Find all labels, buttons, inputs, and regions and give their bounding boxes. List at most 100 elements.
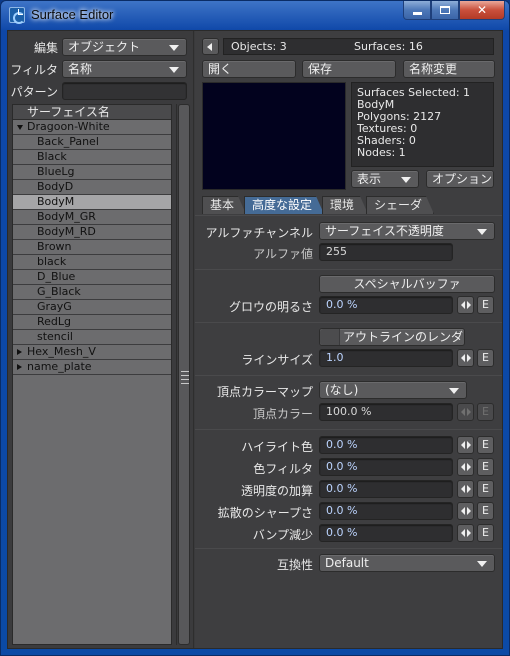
surface-list-item[interactable]: BodyM_GR	[13, 210, 171, 225]
diffuse-sharpness-slider-button[interactable]	[457, 502, 474, 520]
grip-line	[181, 379, 189, 380]
vertex-color-input[interactable]: 100.0 %	[319, 403, 453, 421]
bump-drop-off-slider-button[interactable]	[457, 524, 474, 542]
tab-advanced[interactable]: 高度な設定	[244, 196, 324, 214]
title-bar[interactable]: Surface Editor ✕	[1, 1, 509, 30]
pattern-label: パターン	[10, 85, 58, 99]
save-button[interactable]: 保存	[302, 60, 396, 78]
additive-transparency-slider-button[interactable]	[457, 480, 474, 498]
surfaces-count: Surfaces: 16	[354, 40, 423, 53]
surface-list-item[interactable]: Black	[13, 150, 171, 165]
additive-transparency-envelope-button[interactable]: E	[477, 480, 494, 498]
diffuse-sharpness-label: 拡散のシャープさ	[217, 506, 313, 520]
surface-list-item[interactable]: RedLg	[13, 315, 171, 330]
surface-list-item[interactable]: G_Black	[13, 285, 171, 300]
compatibility-dropdown[interactable]: Default	[319, 554, 495, 572]
surface-list-item[interactable]: BlueLg	[13, 165, 171, 180]
tab-shaders[interactable]: シェーダ	[366, 196, 434, 214]
collapse-list-button[interactable]	[202, 38, 219, 55]
color-highlights-slider-button[interactable]	[457, 436, 474, 454]
options-button[interactable]: オプション	[426, 170, 494, 188]
vertex-color-map-dropdown[interactable]: (なし)	[319, 381, 467, 399]
surface-name-column-header[interactable]: サーフェイス名	[13, 105, 171, 120]
collapsed-triangle-icon[interactable]	[17, 364, 22, 370]
surface-group-row[interactable]: name_plate	[13, 360, 171, 375]
surface-list-item[interactable]: Back_Panel	[13, 135, 171, 150]
glow-slider-button[interactable]	[457, 296, 474, 314]
bump-drop-off-label: バンプ減少	[252, 528, 313, 542]
filter-label: フィルタ	[10, 63, 58, 77]
surface-list-item[interactable]: BodyM_RD	[13, 225, 171, 240]
left-right-arrows-icon	[460, 408, 471, 416]
expanded-triangle-icon[interactable]	[17, 125, 23, 130]
vertex-color-envelope-button[interactable]: E	[477, 403, 494, 421]
chevron-down-icon	[169, 45, 179, 51]
surface-list: サーフェイス名 Dragoon-White Back_Panel Black Blue…	[12, 104, 172, 645]
chevron-down-icon	[449, 388, 459, 394]
alpha-value-input[interactable]: 255	[319, 243, 453, 261]
glow-intensity-input[interactable]: 0.0 %	[319, 296, 453, 314]
scrollbar-thumb[interactable]	[178, 104, 190, 645]
surface-list-item[interactable]: BodyM	[13, 195, 171, 210]
maximize-icon	[440, 6, 450, 14]
line-size-label: ラインサイズ	[241, 353, 313, 367]
diffuse-sharpness-input[interactable]: 0.0 %	[319, 502, 453, 520]
bump-drop-off-envelope-button[interactable]: E	[477, 524, 494, 542]
left-right-arrows-icon	[460, 354, 471, 362]
additive-transparency-input[interactable]: 0.0 %	[319, 480, 453, 498]
chevron-down-icon	[401, 177, 411, 183]
color-filter-envelope-button[interactable]: E	[477, 458, 494, 476]
special-buffer-button[interactable]: スペシャルバッファ	[319, 275, 495, 293]
left-right-arrows-icon	[460, 507, 471, 515]
surface-preview[interactable]	[202, 82, 346, 190]
maximize-button[interactable]	[431, 1, 459, 20]
info-line: Nodes: 1	[357, 146, 406, 159]
vertex-color-slider-button[interactable]	[457, 403, 474, 421]
color-highlights-input[interactable]: 0.0 %	[319, 436, 453, 454]
edit-dropdown[interactable]: オブジェクト	[62, 38, 187, 56]
filter-dropdown[interactable]: 名称	[62, 60, 187, 78]
checkbox[interactable]	[320, 329, 340, 345]
line-size-slider-button[interactable]	[457, 349, 474, 367]
surface-list-scrollbar[interactable]	[176, 104, 190, 645]
line-size-envelope-button[interactable]: E	[477, 349, 494, 367]
surface-list-item[interactable]: Brown	[13, 240, 171, 255]
pattern-input[interactable]	[62, 82, 187, 100]
render-outlines-toggle[interactable]: アウトラインのレンダー	[319, 328, 465, 360]
color-filter-input[interactable]: 0.0 %	[319, 458, 453, 476]
left-right-arrows-icon	[460, 441, 471, 449]
glow-envelope-button[interactable]: E	[477, 296, 494, 314]
line-size-input[interactable]: 1.0	[319, 349, 453, 367]
color-highlights-envelope-button[interactable]: E	[477, 436, 494, 454]
grip-line	[181, 383, 189, 384]
left-right-arrows-icon	[460, 529, 471, 537]
scene-summary: Objects: 3 Surfaces: 16	[223, 38, 494, 55]
vertex-color-map-label: 頂点カラーマップ	[216, 385, 313, 399]
divider	[195, 215, 502, 216]
rename-button[interactable]: 名称変更	[403, 60, 495, 78]
tab-basic[interactable]: 基本	[202, 196, 246, 214]
surface-list-item[interactable]: stencil	[13, 330, 171, 345]
collapsed-triangle-icon[interactable]	[17, 349, 22, 355]
surface-editor-window: Surface Editor ✕ 編集 オブジェクト フィルタ 名称 パターン …	[0, 0, 510, 656]
surface-list-item[interactable]: BodyD	[13, 180, 171, 195]
alpha-channel-value: サーフェイス不透明度	[325, 224, 444, 238]
app-icon	[9, 7, 25, 24]
display-dropdown-value: 表示	[357, 172, 382, 186]
alpha-channel-dropdown[interactable]: サーフェイス不透明度	[319, 222, 495, 240]
surface-list-item[interactable]: GrayG	[13, 300, 171, 315]
minimize-button[interactable]	[403, 1, 431, 20]
open-button[interactable]: 開く	[202, 60, 296, 78]
close-button[interactable]: ✕	[459, 1, 505, 20]
surface-group-row[interactable]: Hex_Mesh_V	[13, 345, 171, 360]
vertex-color-label: 頂点カラー	[252, 407, 313, 421]
chevron-down-icon	[169, 67, 179, 73]
display-dropdown[interactable]: 表示	[351, 170, 419, 188]
bump-drop-off-input[interactable]: 0.0 %	[319, 524, 453, 542]
diffuse-sharpness-envelope-button[interactable]: E	[477, 502, 494, 520]
surface-list-item[interactable]: black	[13, 255, 171, 270]
surface-list-item[interactable]: D_Blue	[13, 270, 171, 285]
surface-group-row[interactable]: Dragoon-White	[13, 120, 171, 135]
tab-environment[interactable]: 環境	[322, 196, 368, 214]
color-filter-slider-button[interactable]	[457, 458, 474, 476]
